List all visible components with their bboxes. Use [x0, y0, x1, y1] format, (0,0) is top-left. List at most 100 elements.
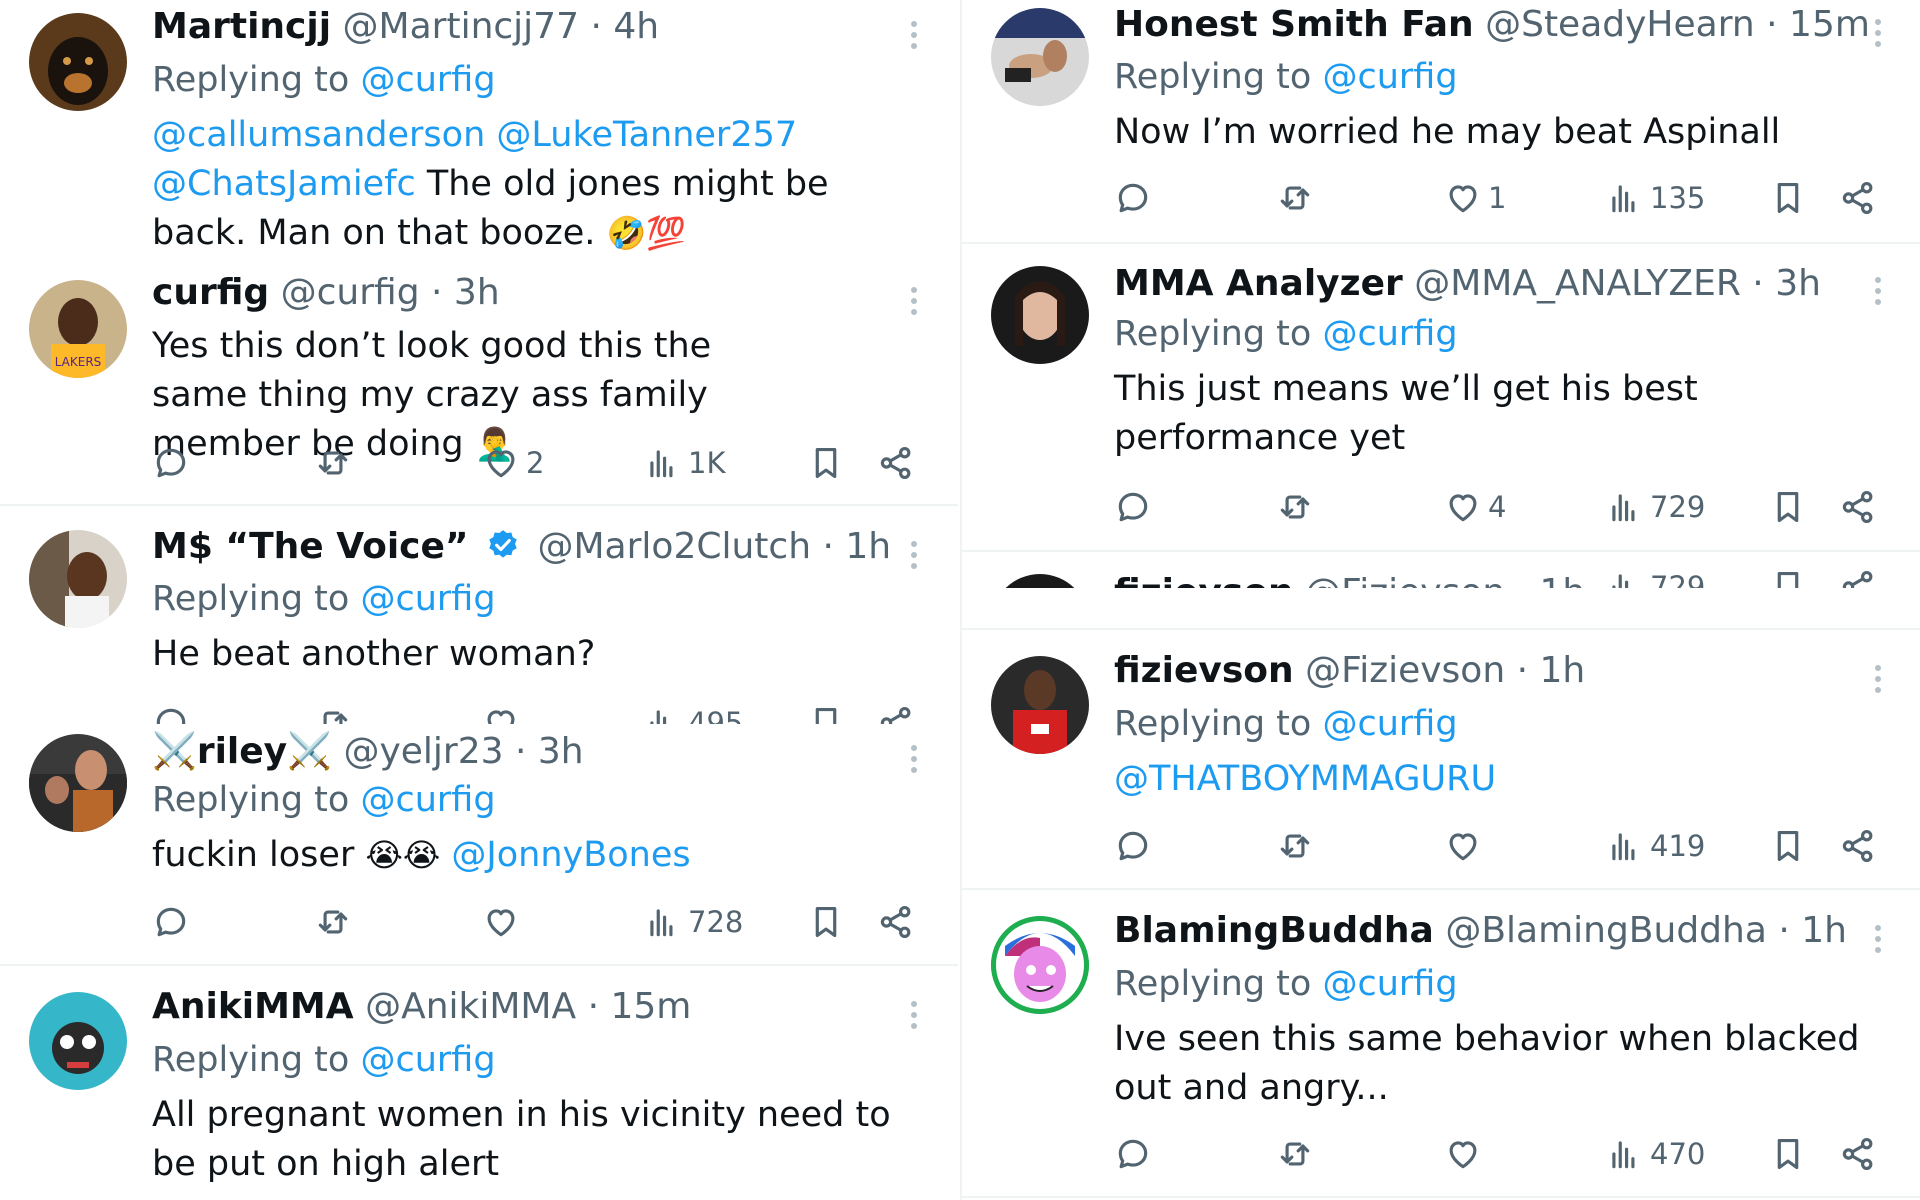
- retweet-button[interactable]: [314, 442, 352, 484]
- bookmark-button[interactable]: [1769, 825, 1807, 867]
- more-icon[interactable]: [1874, 14, 1882, 54]
- more-icon[interactable]: [910, 16, 918, 56]
- share-button[interactable]: [1839, 177, 1877, 219]
- retweet-button[interactable]: [314, 702, 352, 724]
- more-icon[interactable]: [1874, 660, 1882, 700]
- avatar[interactable]: [29, 530, 127, 628]
- like-button[interactable]: [482, 901, 520, 943]
- body-mentions[interactable]: @callumsanderson @LukeTanner257: [152, 115, 797, 155]
- timestamp[interactable]: 1h: [1540, 650, 1586, 691]
- avatar[interactable]: [991, 8, 1089, 106]
- username[interactable]: @Fizievson: [1305, 650, 1505, 691]
- replying-mention[interactable]: @curfig: [360, 60, 495, 100]
- tweet-mma-analyzer[interactable]: MMA Analyzer @MMA_ANALYZER · 3h Replying…: [962, 244, 1920, 552]
- bookmark-button[interactable]: [807, 702, 845, 724]
- views-button[interactable]: 135: [1606, 177, 1705, 219]
- tweet-blamingbuddha[interactable]: BlamingBuddha @BlamingBuddha · 1h Replyi…: [962, 890, 1920, 1198]
- body-mention[interactable]: @ChatsJamiefc: [152, 164, 416, 204]
- reply-button[interactable]: [1114, 825, 1152, 867]
- views-button[interactable]: 495: [644, 702, 743, 724]
- more-icon[interactable]: [1874, 272, 1882, 312]
- share-button[interactable]: [877, 702, 915, 724]
- display-name[interactable]: BlamingBuddha: [1114, 910, 1434, 951]
- username[interactable]: @Marlo2Clutch: [538, 526, 812, 567]
- tweet-fizievson[interactable]: fizievson @Fizievson · 1h Replying to @c…: [962, 630, 1920, 890]
- username[interactable]: @curfig: [281, 272, 420, 313]
- views-button[interactable]: 729: [1606, 486, 1705, 528]
- tweet-martincjj[interactable]: Martincjj @Martincjj77 · 4h Replying to …: [0, 0, 958, 260]
- like-button[interactable]: [1444, 825, 1482, 867]
- retweet-button[interactable]: [1276, 1133, 1314, 1175]
- display-name[interactable]: Honest Smith Fan: [1114, 4, 1474, 45]
- retweet-button[interactable]: [1276, 486, 1314, 528]
- tweet-fizievson-partial[interactable]: fizievson @Fizievson · 1h 729: [962, 552, 1920, 588]
- username[interactable]: @MMA_ANALYZER: [1414, 263, 1741, 304]
- more-icon[interactable]: [910, 740, 918, 780]
- tweet-riley[interactable]: ⚔️riley⚔️ @yeljr23 · 3h Replying to @cur…: [0, 724, 958, 966]
- bookmark-button[interactable]: [1769, 486, 1807, 528]
- avatar[interactable]: [29, 13, 127, 111]
- avatar[interactable]: [991, 916, 1089, 1014]
- reply-button[interactable]: [152, 901, 190, 943]
- avatar[interactable]: [29, 992, 127, 1090]
- avatar[interactable]: LAKERS: [29, 280, 127, 378]
- avatar[interactable]: [991, 656, 1089, 754]
- reply-button[interactable]: [152, 702, 190, 724]
- more-icon[interactable]: [1874, 920, 1882, 960]
- timestamp[interactable]: 3h: [1775, 263, 1821, 304]
- display-name[interactable]: fizievson: [1114, 650, 1294, 691]
- username[interactable]: @BlamingBuddha: [1445, 910, 1767, 951]
- avatar[interactable]: [29, 734, 127, 832]
- reply-button[interactable]: [1114, 177, 1152, 219]
- username[interactable]: @SteadyHearn: [1485, 4, 1755, 45]
- retweet-button[interactable]: [314, 901, 352, 943]
- timestamp[interactable]: 1h: [845, 526, 891, 567]
- display-name[interactable]: AnikiMMA: [152, 986, 354, 1027]
- replying-mention[interactable]: @curfig: [1322, 704, 1457, 744]
- timestamp[interactable]: 3h: [538, 731, 584, 772]
- bookmark-button[interactable]: [1769, 1133, 1807, 1175]
- views-button[interactable]: 728: [644, 901, 743, 943]
- more-icon[interactable]: [910, 536, 918, 576]
- views-button[interactable]: 1K: [644, 442, 725, 484]
- views-button[interactable]: 729: [1606, 566, 1705, 588]
- share-button[interactable]: [1839, 486, 1877, 528]
- timestamp[interactable]: 3h: [454, 272, 500, 313]
- replying-mention[interactable]: @curfig: [360, 1040, 495, 1080]
- display-name[interactable]: M$ “The Voice”: [152, 526, 469, 567]
- timestamp[interactable]: 15m: [610, 986, 691, 1027]
- like-button[interactable]: 4: [1444, 486, 1506, 528]
- reply-button[interactable]: [152, 442, 190, 484]
- like-button[interactable]: 1: [1444, 177, 1506, 219]
- share-button[interactable]: [877, 442, 915, 484]
- more-icon[interactable]: [910, 282, 918, 322]
- like-button[interactable]: 2: [482, 442, 544, 484]
- username[interactable]: @Martincjj77: [343, 6, 579, 47]
- reply-button[interactable]: [1114, 486, 1152, 528]
- display-name[interactable]: MMA Analyzer: [1114, 263, 1403, 304]
- tweet-steadyhearn[interactable]: Honest Smith Fan @SteadyHearn · 15m Repl…: [962, 0, 1920, 244]
- bookmark-button[interactable]: [1769, 566, 1807, 588]
- bookmark-button[interactable]: [807, 442, 845, 484]
- more-icon[interactable]: [910, 996, 918, 1036]
- avatar[interactable]: [991, 266, 1089, 364]
- like-button[interactable]: [1444, 1133, 1482, 1175]
- like-button[interactable]: [482, 702, 520, 724]
- replying-mention[interactable]: @curfig: [1322, 964, 1457, 1004]
- avatar[interactable]: [991, 574, 1089, 588]
- replying-mention[interactable]: @curfig: [1322, 314, 1457, 354]
- username[interactable]: @yeljr23: [343, 731, 503, 772]
- timestamp[interactable]: 15m: [1789, 4, 1870, 45]
- replying-mention[interactable]: @curfig: [1322, 57, 1457, 97]
- retweet-button[interactable]: [1276, 825, 1314, 867]
- tweet-curfig[interactable]: LAKERS curfig @curfig · 3h Yes this don’…: [0, 262, 958, 506]
- tweet-anikimma[interactable]: AnikiMMA @AnikiMMA · 15m Replying to @cu…: [0, 966, 958, 1200]
- share-button[interactable]: [1839, 825, 1877, 867]
- display-name[interactable]: curfig: [152, 272, 269, 313]
- share-button[interactable]: [1839, 566, 1877, 588]
- replying-mention[interactable]: @curfig: [360, 579, 495, 619]
- display-name[interactable]: Martincjj: [152, 6, 331, 47]
- share-button[interactable]: [1839, 1133, 1877, 1175]
- replying-mention[interactable]: @curfig: [360, 780, 495, 820]
- views-button[interactable]: 470: [1606, 1133, 1705, 1175]
